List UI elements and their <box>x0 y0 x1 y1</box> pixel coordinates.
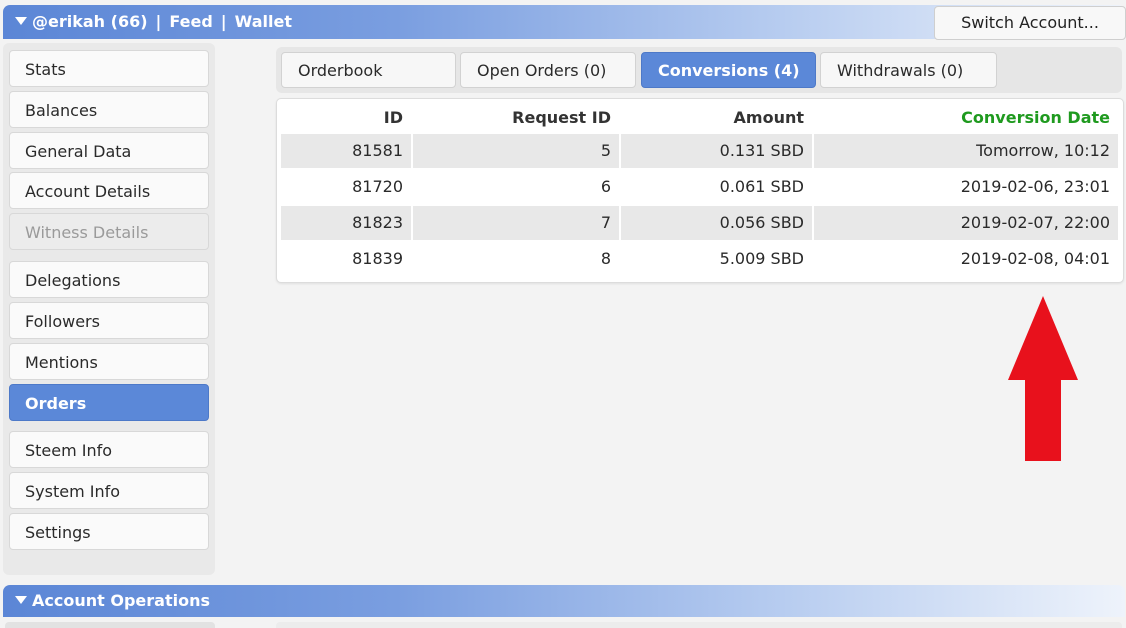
table-cell-id: 81823 <box>281 206 411 240</box>
table-cell-amount: 5.009 SBD <box>621 242 812 276</box>
table-cell-id: 81720 <box>281 170 411 204</box>
tab-withdrawals[interactable]: Withdrawals (0) <box>820 52 997 88</box>
sidebar-item-stats[interactable]: Stats <box>9 50 209 87</box>
table-cell-request-id: 8 <box>413 242 619 276</box>
table-cell-id: 81839 <box>281 242 411 276</box>
table-cell-id: 81581 <box>281 134 411 168</box>
table-cell-amount: 0.131 SBD <box>621 134 812 168</box>
sidebar-item-witness-details: Witness Details <box>9 213 209 250</box>
table-cell-amount: 0.056 SBD <box>621 206 812 240</box>
content-panel-edge <box>276 622 1122 628</box>
orders-tab-bar: Orderbook Open Orders (0) Conversions (4… <box>276 47 1122 93</box>
tab-conversions[interactable]: Conversions (4) <box>641 52 816 88</box>
table-cell-conversion-date: Tomorrow, 10:12 <box>814 134 1118 168</box>
sidebar-item-orders[interactable]: Orders <box>9 384 209 421</box>
account-operations-title[interactable]: Account Operations <box>15 591 210 610</box>
sidebar-item-balances[interactable]: Balances <box>9 91 209 128</box>
sidebar: Stats Balances General Data Account Deta… <box>3 43 215 575</box>
column-header-conversion-date[interactable]: Conversion Date <box>814 101 1118 135</box>
column-header-id[interactable]: ID <box>281 101 411 135</box>
table-cell-amount: 0.061 SBD <box>621 170 812 204</box>
sidebar-item-general-data[interactable]: General Data <box>9 132 209 169</box>
tab-orderbook[interactable]: Orderbook <box>281 52 456 88</box>
account-operations-bar[interactable]: Account Operations <box>3 585 1125 617</box>
table-cell-conversion-date: 2019-02-08, 04:01 <box>814 242 1118 276</box>
sidebar-item-account-details[interactable]: Account Details <box>9 172 209 209</box>
feed-link[interactable]: Feed <box>169 12 212 31</box>
collapse-triangle-icon[interactable] <box>15 17 27 25</box>
account-operations-label: Account Operations <box>32 591 210 610</box>
column-header-request-id[interactable]: Request ID <box>413 101 619 135</box>
table-cell-conversion-date: 2019-02-07, 22:00 <box>814 206 1118 240</box>
table-cell-request-id: 7 <box>413 206 619 240</box>
sidebar-item-followers[interactable]: Followers <box>9 302 209 339</box>
header-title: @erikah (66) | Feed | Wallet <box>15 12 292 31</box>
table-cell-conversion-date: 2019-02-06, 23:01 <box>814 170 1118 204</box>
header-separator: | <box>155 12 162 31</box>
switch-account-button[interactable]: Switch Account... <box>934 6 1126 40</box>
account-name-link[interactable]: @erikah (66) <box>32 12 148 31</box>
red-arrow-annotation-icon <box>1008 296 1078 461</box>
conversions-table: ID Request ID Amount Conversion Date 815… <box>276 98 1124 283</box>
sidebar-panel-edge <box>5 622 215 628</box>
header-separator: | <box>220 12 227 31</box>
wallet-link[interactable]: Wallet <box>235 12 292 31</box>
sidebar-item-mentions[interactable]: Mentions <box>9 343 209 380</box>
collapse-triangle-icon[interactable] <box>15 596 27 604</box>
sidebar-item-settings[interactable]: Settings <box>9 513 209 550</box>
table-cell-request-id: 5 <box>413 134 619 168</box>
sidebar-item-system-info[interactable]: System Info <box>9 472 209 509</box>
sidebar-item-steem-info[interactable]: Steem Info <box>9 431 209 468</box>
table-cell-request-id: 6 <box>413 170 619 204</box>
sidebar-item-delegations[interactable]: Delegations <box>9 261 209 298</box>
tab-open-orders[interactable]: Open Orders (0) <box>460 52 636 88</box>
column-header-amount[interactable]: Amount <box>621 101 812 135</box>
